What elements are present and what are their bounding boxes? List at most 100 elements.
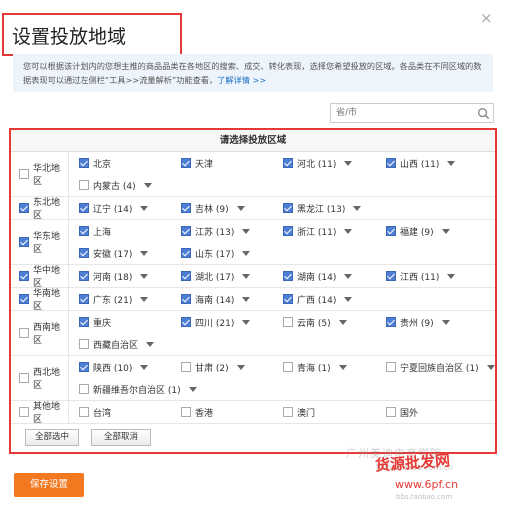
close-icon[interactable]: × xyxy=(480,9,493,27)
province-checkbox[interactable] xyxy=(181,158,191,168)
province-item[interactable]: 宁夏回族自治区 (1) xyxy=(386,356,495,378)
province-checkbox[interactable] xyxy=(181,362,191,372)
city-dropdown-arrow-icon[interactable] xyxy=(242,273,251,279)
province-checkbox[interactable] xyxy=(386,271,396,281)
city-dropdown-arrow-icon[interactable] xyxy=(140,273,149,279)
province-checkbox[interactable] xyxy=(79,407,89,417)
province-checkbox[interactable] xyxy=(386,362,396,372)
province-item[interactable]: 吉林 (9) xyxy=(181,197,245,219)
province-item[interactable]: 安徽 (17) xyxy=(79,242,149,264)
province-item[interactable]: 国外 xyxy=(386,401,418,423)
province-item[interactable]: 甘肃 (2) xyxy=(181,356,245,378)
city-dropdown-arrow-icon[interactable] xyxy=(338,319,347,325)
province-item[interactable]: 北京 xyxy=(79,152,111,174)
city-dropdown-arrow-icon[interactable] xyxy=(447,160,456,166)
province-checkbox[interactable] xyxy=(79,158,89,168)
search-icon[interactable] xyxy=(477,107,490,120)
city-dropdown-arrow-icon[interactable] xyxy=(143,182,152,188)
province-checkbox[interactable] xyxy=(283,158,293,168)
city-dropdown-arrow-icon[interactable] xyxy=(353,205,362,211)
province-item[interactable]: 贵州 (9) xyxy=(386,311,450,333)
city-dropdown-arrow-icon[interactable] xyxy=(344,273,353,279)
province-item[interactable]: 黑龙江 (13) xyxy=(283,197,362,219)
province-item[interactable]: 江苏 (13) xyxy=(181,220,251,242)
province-checkbox[interactable] xyxy=(181,294,191,304)
city-dropdown-arrow-icon[interactable] xyxy=(486,364,495,370)
province-checkbox[interactable] xyxy=(283,203,293,213)
city-dropdown-arrow-icon[interactable] xyxy=(188,386,197,392)
province-item[interactable]: 湖北 (17) xyxy=(181,265,251,287)
city-dropdown-arrow-icon[interactable] xyxy=(140,296,149,302)
province-checkbox[interactable] xyxy=(79,248,89,258)
province-checkbox[interactable] xyxy=(386,407,396,417)
province-item[interactable]: 陕西 (10) xyxy=(79,356,149,378)
province-checkbox[interactable] xyxy=(79,362,89,372)
province-item[interactable]: 西藏自治区 xyxy=(79,333,155,355)
province-item[interactable]: 香港 xyxy=(181,401,213,423)
province-item[interactable]: 福建 (9) xyxy=(386,220,450,242)
province-checkbox[interactable] xyxy=(181,317,191,327)
city-dropdown-arrow-icon[interactable] xyxy=(242,228,251,234)
province-item[interactable]: 澳门 xyxy=(283,401,315,423)
province-checkbox[interactable] xyxy=(283,362,293,372)
province-checkbox[interactable] xyxy=(386,317,396,327)
province-checkbox[interactable] xyxy=(181,203,191,213)
city-dropdown-arrow-icon[interactable] xyxy=(441,319,450,325)
province-item[interactable]: 上海 xyxy=(79,220,111,242)
learn-more-link[interactable]: 了解详情 >> xyxy=(217,75,266,85)
province-checkbox[interactable] xyxy=(79,339,89,349)
province-item[interactable]: 湖南 (14) xyxy=(283,265,353,287)
province-checkbox[interactable] xyxy=(283,271,293,281)
province-checkbox[interactable] xyxy=(79,203,89,213)
province-item[interactable]: 山西 (11) xyxy=(386,152,456,174)
province-item[interactable]: 河北 (11) xyxy=(283,152,353,174)
province-checkbox[interactable] xyxy=(79,226,89,236)
province-checkbox[interactable] xyxy=(283,317,293,327)
province-checkbox[interactable] xyxy=(181,271,191,281)
select-all-button[interactable]: 全部选中 xyxy=(25,429,79,446)
province-item[interactable]: 广西 (14) xyxy=(283,288,353,310)
province-item[interactable]: 四川 (21) xyxy=(181,311,251,333)
save-settings-button[interactable]: 保存设置 xyxy=(14,473,84,497)
province-item[interactable]: 天津 xyxy=(181,152,213,174)
city-dropdown-arrow-icon[interactable] xyxy=(236,364,245,370)
province-item[interactable]: 台湾 xyxy=(79,401,111,423)
city-dropdown-arrow-icon[interactable] xyxy=(242,250,251,256)
city-dropdown-arrow-icon[interactable] xyxy=(236,205,245,211)
province-item[interactable]: 辽宁 (14) xyxy=(79,197,149,219)
deselect-all-button[interactable]: 全部取消 xyxy=(91,429,151,446)
province-checkbox[interactable] xyxy=(283,407,293,417)
city-dropdown-arrow-icon[interactable] xyxy=(441,228,450,234)
province-checkbox[interactable] xyxy=(386,226,396,236)
province-checkbox[interactable] xyxy=(79,317,89,327)
city-dropdown-arrow-icon[interactable] xyxy=(242,319,251,325)
province-item[interactable]: 浙江 (11) xyxy=(283,220,353,242)
city-dropdown-arrow-icon[interactable] xyxy=(338,364,347,370)
province-checkbox[interactable] xyxy=(386,158,396,168)
city-dropdown-arrow-icon[interactable] xyxy=(146,341,155,347)
province-item[interactable]: 青海 (1) xyxy=(283,356,347,378)
province-item[interactable]: 江西 (11) xyxy=(386,265,456,287)
city-dropdown-arrow-icon[interactable] xyxy=(140,205,149,211)
province-item[interactable]: 云南 (5) xyxy=(283,311,347,333)
search-input[interactable] xyxy=(331,104,471,122)
province-checkbox[interactable] xyxy=(79,271,89,281)
province-item[interactable]: 广东 (21) xyxy=(79,288,149,310)
city-dropdown-arrow-icon[interactable] xyxy=(447,273,456,279)
province-checkbox[interactable] xyxy=(283,294,293,304)
province-checkbox[interactable] xyxy=(181,248,191,258)
city-dropdown-arrow-icon[interactable] xyxy=(242,296,251,302)
province-item[interactable]: 海南 (14) xyxy=(181,288,251,310)
city-dropdown-arrow-icon[interactable] xyxy=(344,160,353,166)
province-checkbox[interactable] xyxy=(79,294,89,304)
province-checkbox[interactable] xyxy=(181,226,191,236)
city-dropdown-arrow-icon[interactable] xyxy=(140,250,149,256)
city-dropdown-arrow-icon[interactable] xyxy=(140,364,149,370)
province-item[interactable]: 新疆维吾尔自治区 (1) xyxy=(79,378,197,400)
province-item[interactable]: 重庆 xyxy=(79,311,111,333)
province-checkbox[interactable] xyxy=(79,384,89,394)
province-item[interactable]: 河南 (18) xyxy=(79,265,149,287)
province-item[interactable]: 山东 (17) xyxy=(181,242,251,264)
city-dropdown-arrow-icon[interactable] xyxy=(344,296,353,302)
province-checkbox[interactable] xyxy=(283,226,293,236)
